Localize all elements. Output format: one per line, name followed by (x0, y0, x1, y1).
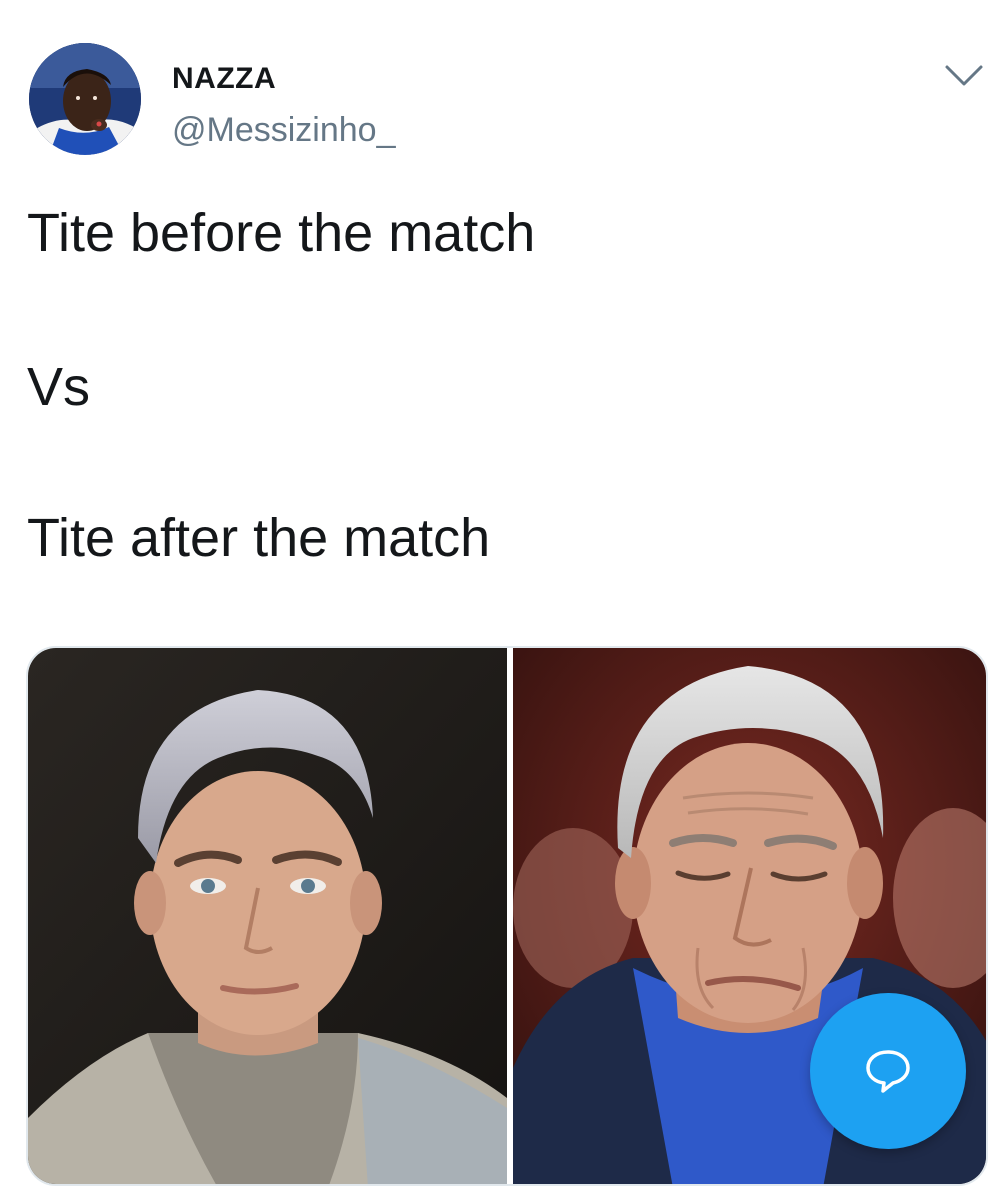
tweet: NAZZA @Messizinho_ Tite before the match… (0, 0, 1000, 1188)
tweet-text-line: Vs (27, 357, 91, 417)
tweet-text-line: Tite after the match (27, 508, 491, 568)
user-handle[interactable]: @Messizinho_ (172, 110, 396, 150)
tweet-text-line: Tite before the match (27, 203, 536, 263)
display-name[interactable]: NAZZA (172, 62, 276, 96)
chevron-down-icon[interactable] (942, 58, 986, 92)
tweet-photo-left[interactable] (28, 648, 507, 1184)
compose-button[interactable] (810, 993, 966, 1149)
avatar[interactable] (29, 43, 141, 155)
speech-bubble-icon (866, 1050, 910, 1093)
